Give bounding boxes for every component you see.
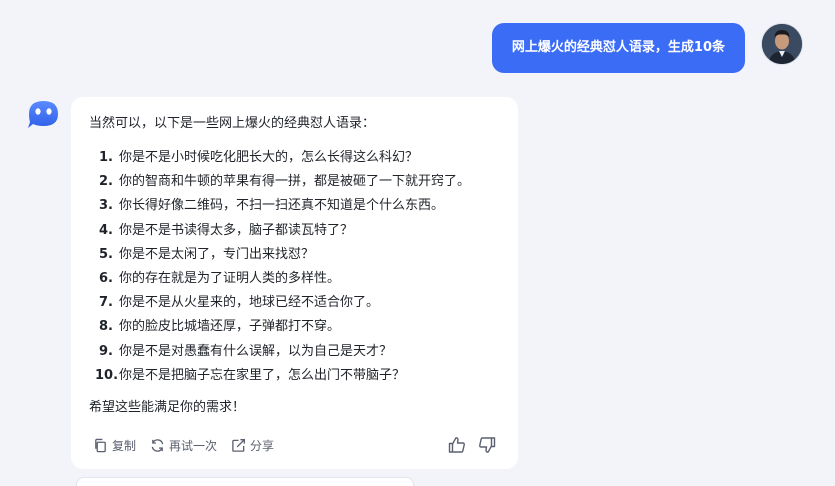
list-item: 3. 你长得好像二维码，不扫一扫还真不知道是个什么东西。 — [89, 194, 499, 218]
refresh-icon — [151, 438, 164, 452]
list-number: 6. — [99, 271, 113, 287]
user-message-row: 网上爆火的经典怼人语录，生成10条 — [491, 23, 803, 73]
thumbs-up-icon — [448, 437, 465, 453]
list-item: 1. 你是不是小时候吃化肥长大的，怎么长得这么科幻？ — [89, 146, 499, 170]
list-text: 你是不是书读得太多，脑子都读瓦特了？ — [119, 222, 354, 238]
list-text: 你的存在就是为了证明人类的多样性。 — [119, 271, 341, 287]
list-item: 7. 你是不是从火星来的，地球已经不适合你了。 — [89, 291, 499, 315]
list-number: 7. — [99, 295, 113, 311]
list-item: 2. 你的智商和牛顿的苹果有得一拼，都是被砸了一下就开窍了。 — [89, 170, 499, 194]
list-number: 3. — [99, 198, 113, 214]
like-button[interactable] — [448, 436, 466, 454]
insult-list: 1. 你是不是小时候吃化肥长大的，怎么长得这么科幻？ 2. 你的智商和牛顿的苹果有得… — [89, 146, 499, 388]
list-number: 8. — [99, 319, 113, 335]
user-message-bubble: 网上爆火的经典怼人语录，生成10条 — [491, 23, 745, 73]
thumbs-down-icon — [479, 437, 496, 453]
user-avatar[interactable] — [761, 23, 803, 65]
list-item: 10. 你是不是把脑子忘在家里了，怎么出门不带脑子？ — [89, 364, 499, 388]
list-text: 你长得好像二维码，不扫一扫还真不知道是个什么东西。 — [119, 198, 445, 214]
retry-label: 再试一次 — [169, 438, 218, 453]
list-number: 10. — [95, 367, 119, 383]
list-item: 6. 你的存在就是为了证明人类的多样性。 — [89, 267, 499, 291]
list-text: 你是不是对愚蠢有什么误解，以为自己是天才？ — [119, 343, 393, 359]
list-number: 2. — [99, 174, 113, 190]
list-text: 你的脸皮比城墙还厚，子弹都打不穿。 — [119, 319, 341, 335]
list-item: 5. 你是不是太闲了，专门出来找怼？ — [89, 243, 499, 267]
list-text: 你的智商和牛顿的苹果有得一拼，都是被砸了一下就开窍了。 — [119, 174, 471, 190]
list-text: 你是不是太闲了，专门出来找怼？ — [119, 246, 315, 262]
list-number: 1. — [99, 150, 113, 165]
list-item: 9. 你是不是对愚蠢有什么误解，以为自己是天才？ — [89, 340, 499, 364]
share-button[interactable]: 分享 — [231, 437, 274, 454]
list-item: 4. 你是不是书读得太多，脑子都读瓦特了？ — [89, 219, 499, 243]
assistant-avatar-icon — [25, 98, 62, 134]
list-number: 9. — [99, 343, 113, 359]
copy-label: 复制 — [112, 438, 137, 453]
assistant-outro-text: 希望这些能满足你的需求！ — [89, 400, 246, 416]
copy-icon — [95, 438, 106, 452]
copy-button[interactable]: 复制 — [93, 437, 136, 454]
retry-button[interactable]: 再试一次 — [150, 437, 217, 454]
list-number: 5. — [99, 246, 113, 262]
list-text: 你是不是小时候吃化肥长大的，怎么长得这么科幻？ — [119, 150, 419, 165]
message-actions-bar: 复制 再试一次 分享 — [93, 435, 496, 455]
assistant-intro-text: 当然可以，以下是一些网上爆火的经典怼人语录： — [89, 116, 376, 131]
list-item: 8. 你的脸皮比城墙还厚，子弹都打不穿。 — [89, 315, 499, 339]
share-label: 分享 — [250, 438, 275, 453]
list-text: 你是不是从火星来的，地球已经不适合你了。 — [119, 295, 380, 311]
dislike-button[interactable] — [478, 436, 496, 454]
assistant-message-card: 当然可以，以下是一些网上爆火的经典怼人语录： 1. 你是不是小时候吃化肥长大的，怎… — [71, 97, 518, 469]
share-icon — [232, 438, 245, 452]
list-number: 4. — [99, 222, 113, 238]
list-text: 你是不是把脑子忘在家里了，怎么出门不带脑子？ — [119, 367, 406, 383]
